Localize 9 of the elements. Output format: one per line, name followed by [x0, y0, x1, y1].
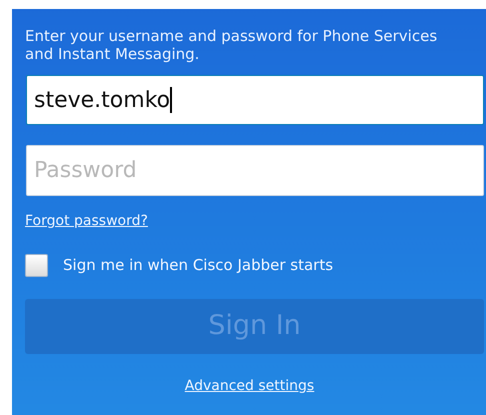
instructions-text: Enter your username and password for Phone Services and Instant Messaging. [25, 27, 438, 63]
checkbox-label: Sign me in when Cisco Jabber starts [63, 255, 334, 276]
checkbox[interactable] [25, 254, 48, 277]
username-field[interactable]: steve.tomko [26, 75, 484, 125]
advanced-settings-link[interactable]: Advanced settings [184, 376, 314, 397]
password-field[interactable]: Password [26, 145, 484, 196]
text-caret-icon [170, 87, 172, 113]
forgot-password-link[interactable]: Forgot password? [25, 213, 148, 229]
username-value: steve.tomko [34, 86, 170, 114]
